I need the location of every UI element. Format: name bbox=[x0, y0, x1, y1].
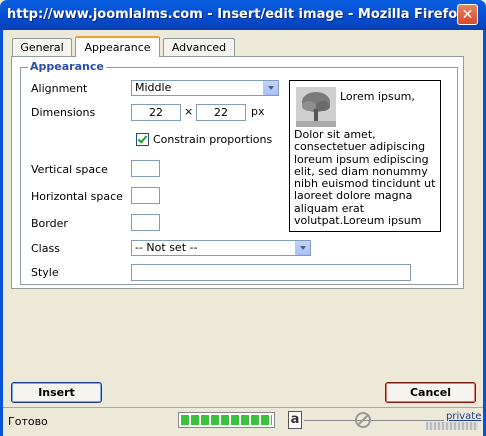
blocked-icon[interactable] bbox=[354, 411, 372, 429]
progress-bar bbox=[178, 412, 275, 428]
alignment-select[interactable]: Middle bbox=[131, 80, 279, 96]
class-select[interactable]: -- Not set -- bbox=[131, 240, 311, 256]
class-label: Class bbox=[31, 242, 60, 255]
vspace-input[interactable] bbox=[131, 160, 160, 177]
border-input[interactable] bbox=[131, 214, 160, 231]
border-label: Border bbox=[31, 217, 68, 230]
vspace-label: Vertical space bbox=[31, 163, 108, 176]
constrain-label: Constrain proportions bbox=[153, 133, 273, 146]
appearance-legend: Appearance bbox=[28, 60, 106, 73]
cancel-button[interactable]: Cancel bbox=[385, 382, 476, 403]
chevron-down-icon[interactable] bbox=[295, 241, 310, 255]
preview-text-body: Dolor sit amet, consectetuer adipiscing … bbox=[294, 128, 436, 228]
status-text: Готово bbox=[8, 415, 48, 428]
accessibility-icon[interactable]: a bbox=[288, 411, 302, 429]
insert-button[interactable]: Insert bbox=[11, 382, 102, 403]
private-link[interactable]: private bbox=[446, 411, 481, 422]
times-sign: × bbox=[184, 105, 194, 118]
slider-track bbox=[304, 420, 444, 421]
hspace-label: Horizontal space bbox=[31, 190, 123, 203]
unit-label: px bbox=[251, 105, 265, 118]
dimensions-label: Dimensions bbox=[31, 106, 96, 119]
width-input[interactable]: 22 bbox=[131, 104, 181, 121]
title-bar: http://www.joomlalms.com - Insert/edit i… bbox=[0, 0, 486, 30]
tab-advanced[interactable]: Advanced bbox=[163, 38, 235, 56]
window-title: http://www.joomlalms.com - Insert/edit i… bbox=[7, 7, 466, 22]
tab-general[interactable]: General bbox=[12, 38, 72, 56]
style-label: Style bbox=[31, 266, 59, 279]
height-input[interactable]: 22 bbox=[196, 104, 246, 121]
tab-appearance[interactable]: Appearance bbox=[75, 36, 160, 57]
style-input[interactable] bbox=[131, 264, 411, 281]
class-value: -- Not set -- bbox=[135, 241, 198, 254]
alignment-label: Alignment bbox=[31, 82, 88, 95]
alignment-preview: Lorem ipsum, Dolor sit amet, consectetue… bbox=[289, 80, 441, 232]
chevron-down-icon[interactable] bbox=[263, 81, 278, 95]
tree-image-icon bbox=[296, 87, 336, 127]
alignment-value: Middle bbox=[135, 81, 172, 94]
constrain-checkbox[interactable] bbox=[136, 133, 149, 146]
progress-fill bbox=[181, 415, 272, 425]
hspace-input[interactable] bbox=[131, 187, 160, 204]
close-button[interactable]: ✕ bbox=[457, 4, 478, 25]
resize-grip-icon[interactable] bbox=[426, 422, 478, 430]
